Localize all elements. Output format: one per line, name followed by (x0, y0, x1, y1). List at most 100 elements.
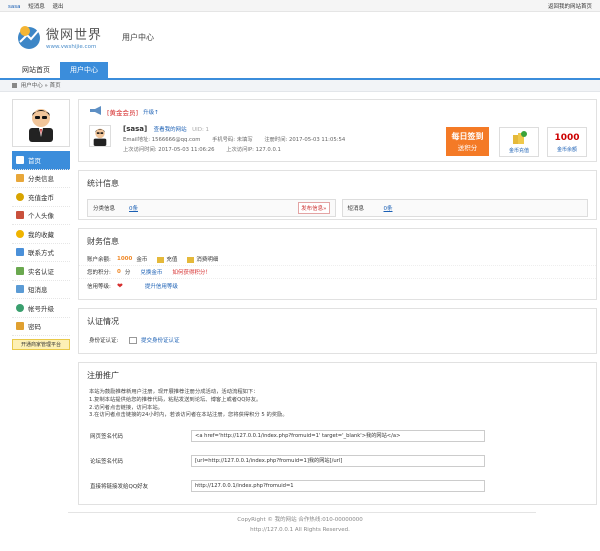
finance-row-balance: 账户余额: 1000 金币 充值 消费明细 (79, 253, 596, 266)
lock-icon (16, 322, 24, 331)
vip-rank: [黄金会员] (107, 108, 139, 117)
breadcrumb-text[interactable]: 用户中心 » 首页 (21, 83, 61, 89)
finance-unit: 分 (124, 270, 131, 276)
sidebar-item-contact[interactable]: 联系方式 (12, 244, 70, 262)
megaphone-icon (89, 106, 103, 117)
register-description: 本站为鼓励推荐新用户注册，现开展推荐注册分成活动，活动流程如下： 1.复制本站提… (79, 381, 596, 420)
footer: CopyRight © 我的网站 合作热线:010-00000000 http:… (0, 515, 600, 535)
recharge-link-label: 充值 (166, 257, 178, 263)
coin-icon (16, 192, 24, 201)
message-icon (16, 285, 24, 294)
upgrade-link[interactable]: 升级↑ (143, 108, 159, 116)
finance-unit: 金币 (136, 257, 148, 263)
sign-title: 每日签到 (451, 132, 484, 141)
phone-icon (16, 248, 24, 257)
sidebar-item-label: 短消息 (28, 286, 48, 295)
username-link[interactable]: sasa (8, 4, 20, 10)
sidebar-item-recharge[interactable]: 充值金币 (12, 188, 70, 207)
sidebar-item-favorites[interactable]: 我的收藏 (12, 225, 70, 244)
logo-globe-icon (14, 22, 44, 52)
stat-label: 分类信息 (93, 206, 116, 212)
back-home-link[interactable]: 返回我的网站首页 (548, 2, 592, 10)
promo-link-row: 论坛签名代码 [url=http://127.0.0.1/index.php?f… (89, 453, 586, 468)
home-icon (12, 83, 17, 88)
profile-phone: 手机号码: 未填写 (212, 137, 253, 143)
register-line: 3.在访问者点击链接的24小时内，若该访问者在本站注册，您将获得积分 5 的奖励… (89, 412, 288, 419)
footer-copyright: CopyRight © 我的网站 合作热线:010-00000000 (237, 517, 363, 523)
sidebar-item-upgrade[interactable]: 帐号升级 (12, 299, 70, 318)
improve-credit-link[interactable]: 提升信用等级 (145, 282, 178, 290)
sidebar-item-label: 联系方式 (28, 249, 54, 258)
promo-link-row: 直接将链接发给QQ好友 http://127.0.0.1/index.php?f… (89, 478, 586, 493)
finance-row-points: 您的积分: 0 分 兑换金币 如何获得积分！ (79, 266, 596, 279)
sidebar-item-label: 我的收藏 (28, 230, 54, 239)
stats-row: 分类信息 0条 发布信息» 短消息 0条 (79, 189, 596, 225)
consumption-link-label: 消费明细 (196, 257, 219, 263)
web-signature-code-field[interactable]: <a href='http://127.0.0.1/index.php?from… (191, 429, 485, 442)
stat-classified: 分类信息 0条 发布信息» (87, 199, 336, 217)
sidebar-item-avatar[interactable]: 个人头像 (12, 207, 70, 225)
profile-last-visit: 上次访问时间: 2017-05-03 11:06:26 (123, 147, 215, 153)
profile-name: [sasa] (123, 125, 148, 133)
logo-text-en: www.vwshijie.com (46, 44, 97, 50)
view-site-link[interactable]: 查看我的网站 (154, 127, 187, 133)
finance-panel: 财务信息 账户余额: 1000 金币 充值 消费明细 您的积分: 0 分 兑换金… (78, 228, 597, 300)
recharge-link[interactable]: 充值 (157, 255, 177, 263)
coin-balance-value: 1000 (554, 133, 580, 143)
home-icon (16, 155, 24, 164)
coins-icon (187, 256, 195, 263)
open-merchant-button[interactable]: 开通商家管理平台 (12, 339, 70, 350)
profile-info: [sasa] 查看我的网站 UID: 1 Email地址: 1566666@qq… (123, 124, 355, 155)
main-nav: 网站首页 用户中心 (0, 62, 600, 80)
avatar[interactable] (12, 99, 70, 147)
stat-value-link[interactable]: 0条 (129, 204, 298, 212)
finance-title: 财务信息 (87, 237, 119, 246)
footer-rights: http://127.0.0.1 All Rights Reserved. (250, 527, 350, 533)
daily-sign-button[interactable]: 每日签到 送积分 (446, 127, 489, 156)
list-icon (16, 174, 24, 183)
logout-link[interactable]: 退出 (53, 4, 64, 10)
promo-link-row: 网页签名代码 <a href='http://127.0.0.1/index.p… (89, 428, 586, 443)
site-logo[interactable]: 微网世界 www.vwshijie.com (14, 22, 102, 52)
sidebar-item-classified[interactable]: 分类信息 (12, 170, 70, 188)
forum-signature-code-field[interactable]: [url=http://127.0.0.1/index.php?fromuid=… (191, 454, 485, 467)
vip-line: [黄金会员] 升级↑ (89, 106, 159, 117)
sidebar-item-verify[interactable]: 实名认证 (12, 262, 70, 281)
sidebar-item-password[interactable]: 密码 (12, 318, 70, 336)
submit-id-cert-link[interactable]: 提交身份证认证 (141, 336, 180, 344)
main-content: [黄金会员] 升级↑ [sasa] 查看我的网站 UID: 1 Email地址:… (78, 99, 597, 513)
coin-balance-box[interactable]: 1000 金币余额 (547, 127, 587, 157)
cert-label: 身份证认证: (89, 338, 119, 344)
publish-info-button[interactable]: 发布信息» (298, 202, 330, 214)
tab-user-center[interactable]: 用户中心 (60, 62, 108, 78)
how-earn-points-link[interactable]: 如何获得积分！ (172, 268, 211, 276)
top-bar-left: sasa 短消息 退出 (8, 2, 70, 10)
coins-icon (157, 256, 165, 263)
promo-link-label: 论坛签名代码 (90, 458, 124, 465)
cert-title: 认证情况 (87, 317, 119, 326)
coin-recharge-button[interactable]: 金币充值 (499, 127, 539, 157)
sidebar-item-messages[interactable]: 短消息 (12, 281, 70, 299)
profile-last-ip: 上次访问IP: 127.0.0.1 (226, 147, 281, 153)
exchange-coins-link[interactable]: 兑换金币 (140, 268, 162, 276)
sidebar: 首页 分类信息 充值金币 个人头像 我的收藏 联系方式 实名认证 短消息 帐号升… (12, 99, 70, 350)
stat-messages: 短消息 0条 (341, 199, 588, 217)
register-title: 注册推广 (87, 371, 119, 380)
qq-share-link-field[interactable]: http://127.0.0.1/index.php?fromuid=1 (191, 479, 485, 492)
heart-icon: ❤ (117, 281, 123, 290)
user-icon (16, 211, 24, 220)
sidebar-item-home[interactable]: 首页 (12, 151, 70, 170)
finance-label: 信用等级: (87, 283, 111, 290)
sidebar-item-label: 帐号升级 (28, 304, 54, 313)
profile-avatar[interactable] (89, 125, 111, 147)
profile-panel: [黄金会员] 升级↑ [sasa] 查看我的网站 UID: 1 Email地址:… (78, 99, 597, 162)
stat-value-link[interactable]: 0条 (384, 204, 583, 212)
logo-text-cn: 微网世界 (46, 28, 103, 43)
messages-link[interactable]: 短消息 (28, 4, 45, 10)
header: 微网世界 www.vwshijie.com 用户中心 (0, 12, 600, 62)
user-avatar-icon (29, 109, 53, 142)
consumption-detail-link[interactable]: 消费明细 (187, 255, 218, 263)
tab-site-home[interactable]: 网站首页 (12, 62, 60, 78)
sidebar-item-label: 实名认证 (28, 267, 54, 276)
sidebar-menu: 首页 分类信息 充值金币 个人头像 我的收藏 联系方式 实名认证 短消息 帐号升… (12, 151, 70, 336)
